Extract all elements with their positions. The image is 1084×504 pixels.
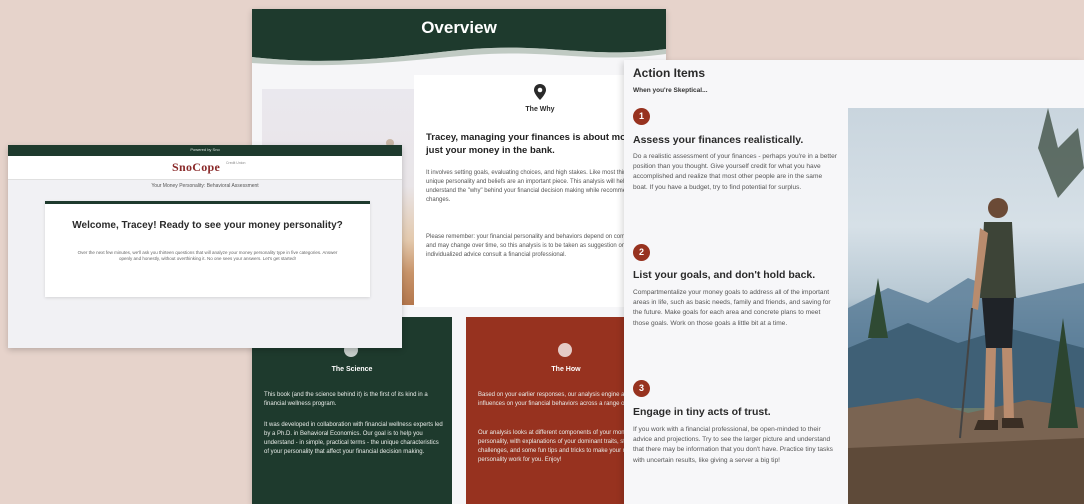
science-paragraph-2: It was developed in collaboration with f… xyxy=(264,422,443,455)
action-body-1: Do a realistic assessment of your financ… xyxy=(633,153,837,191)
welcome-heading: Welcome, Tracey! Ready to see your money… xyxy=(72,220,343,231)
action-heading-1: Assess your finances realistically. xyxy=(633,134,804,146)
action-heading-2: List your goals, and don't hold back. xyxy=(633,269,816,281)
hiker-photo xyxy=(848,108,1084,504)
fingerprint-icon xyxy=(558,343,572,357)
step-number-3: 3 xyxy=(633,380,650,397)
welcome-panel: Powered by Sno SnoCope Credit Union Your… xyxy=(8,145,402,348)
brand-logo-subtext: Credit Union xyxy=(226,161,246,165)
action-body-2: Compartmentalize your money goals to add… xyxy=(633,289,831,327)
brand-logo[interactable]: SnoCope xyxy=(172,160,220,175)
action-heading-3: Engage in tiny acts of trust. xyxy=(633,406,771,418)
action-items-title: Action Items xyxy=(633,66,706,80)
welcome-card: Welcome, Tracey! Ready to see your money… xyxy=(45,201,370,297)
welcome-body: Over the next few minutes, we'll ask you… xyxy=(77,250,338,261)
assessment-subtitle: Your Money Personality: Behavioral Asses… xyxy=(151,183,259,189)
overview-header: Overview xyxy=(252,9,666,67)
science-paragraph-1: This book (and the science behind it) is… xyxy=(264,392,428,407)
top-bar: Powered by Sno xyxy=(8,145,402,156)
location-pin-icon xyxy=(534,84,546,100)
top-bar-text: Powered by Sno xyxy=(190,147,220,152)
overview-title: Overview xyxy=(421,18,497,37)
hiker-illustration xyxy=(848,108,1084,504)
action-items-subtitle: When you're Skeptical... xyxy=(633,87,708,94)
site-header: SnoCope Credit Union xyxy=(8,156,402,180)
action-items-panel: Action Items When you're Skeptical... 1 … xyxy=(624,60,1084,504)
science-title: The Science xyxy=(331,366,373,373)
step-number-1: 1 xyxy=(633,108,650,125)
action-body-3: If you work with a financial professiona… xyxy=(633,426,833,464)
step-number-2: 2 xyxy=(633,244,650,261)
